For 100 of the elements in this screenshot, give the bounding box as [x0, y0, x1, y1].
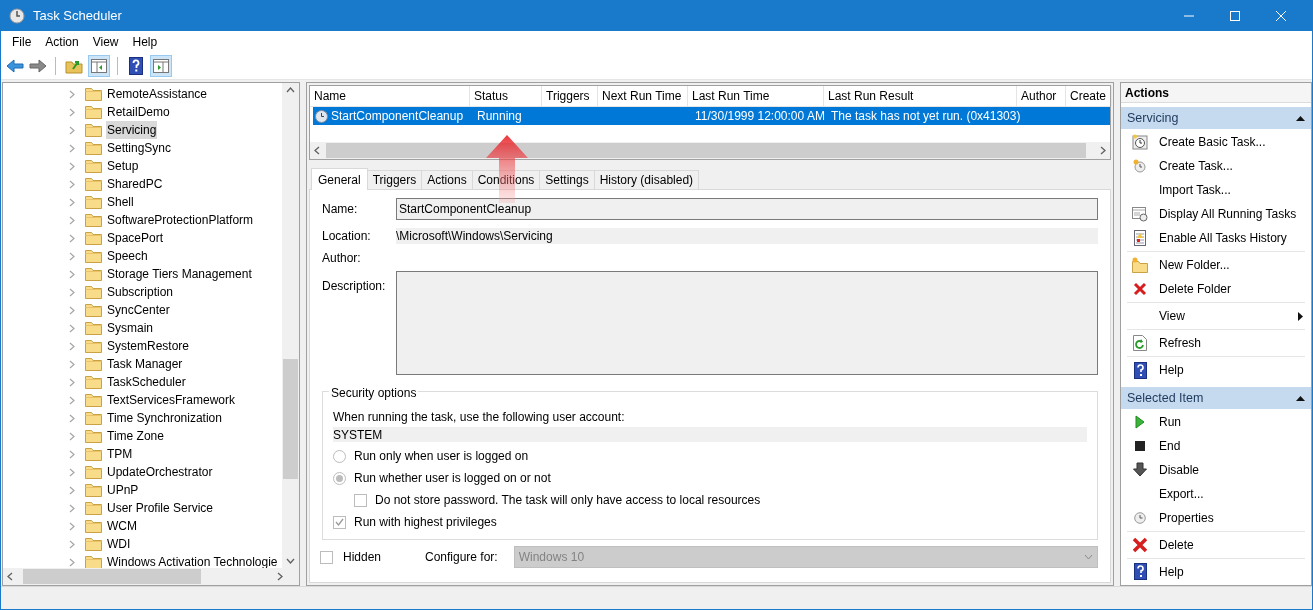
tree-item[interactable]: SpacePort	[106, 229, 165, 247]
tree-item[interactable]: Task Manager	[106, 355, 184, 373]
tree-item[interactable]: Speech	[106, 247, 149, 265]
tree-item[interactable]: User Profile Service	[106, 499, 215, 517]
tab[interactable]: General	[311, 168, 368, 190]
folder-icon	[85, 177, 102, 191]
tree-item[interactable]: Storage Tiers Management	[106, 265, 253, 283]
column-header[interactable]: Status	[470, 86, 542, 106]
tree-item[interactable]: Sysmain	[106, 319, 154, 337]
name-field[interactable]: StartComponentCleanup	[396, 198, 1098, 220]
pane-title: Actions	[1121, 83, 1311, 104]
menu-item[interactable]: Help	[125, 31, 165, 52]
column-header[interactable]: Triggers	[542, 86, 598, 106]
account-field[interactable]: SYSTEM	[333, 427, 1087, 442]
tree-item[interactable]: UPnP	[106, 481, 140, 499]
tree-item[interactable]: Servicing	[106, 121, 158, 139]
table-row[interactable]: StartComponentCleanup Running 11/30/1999 12:00:00 AM The task has not yet run. (0x41303)	[313, 107, 1110, 125]
pane-link[interactable]: End	[1127, 434, 1305, 458]
collapse-caret-icon[interactable]	[1296, 395, 1305, 401]
pane-link[interactable]: Enable All Tasks History	[1127, 226, 1305, 251]
pane-link[interactable]: Create Basic Task...	[1127, 130, 1305, 155]
pane-link[interactable]: Delete Folder	[1127, 277, 1305, 302]
column-header[interactable]: Next Run Time	[598, 86, 688, 106]
pane-link[interactable]: Disable	[1127, 458, 1305, 482]
pane-link[interactable]: Help	[1127, 358, 1305, 383]
scroll-down-icon[interactable]	[286, 558, 295, 564]
clock-icon	[1132, 158, 1148, 175]
pane-link[interactable]: Delete	[1127, 533, 1305, 557]
tree-item[interactable]: TaskScheduler	[106, 373, 187, 391]
folder-icon	[85, 393, 102, 407]
radio-button[interactable]	[333, 449, 346, 463]
section-header[interactable]: Selected Item	[1121, 387, 1311, 409]
pane-link[interactable]: Import Task...	[1127, 178, 1305, 203]
checkbox[interactable]	[354, 493, 367, 507]
tab[interactable]: Triggers	[366, 170, 423, 189]
pane-link[interactable]: New Folder...	[1127, 253, 1305, 278]
checkbox[interactable]	[320, 550, 333, 564]
pane-link[interactable]: Export...	[1127, 482, 1305, 506]
scroll-left-icon[interactable]	[314, 146, 320, 155]
folder-icon	[85, 429, 102, 443]
tree-item[interactable]: TextServicesFramework	[106, 391, 237, 409]
tree-item[interactable]: UpdateOrchestrator	[106, 463, 214, 481]
table-cell-text: StartComponentCleanup	[331, 108, 464, 125]
folder-icon	[85, 375, 102, 389]
column-header[interactable]: Author	[1017, 86, 1066, 106]
pane-link[interactable]: Refresh	[1127, 331, 1305, 356]
folder-icon	[85, 447, 102, 461]
tree-item[interactable]: RemoteAssistance	[106, 85, 209, 103]
tree-item[interactable]: Shell	[106, 193, 135, 211]
field-label: Location:	[322, 228, 372, 245]
tree-item[interactable]: Time Synchronization	[106, 409, 223, 427]
column-header[interactable]: Last Run Result	[824, 86, 1017, 106]
scroll-thumb[interactable]	[283, 359, 298, 479]
tree-item[interactable]: Windows Activation Technologie	[106, 553, 279, 568]
menu-item[interactable]: View	[85, 31, 126, 52]
radio-button[interactable]	[333, 471, 346, 485]
tree-item[interactable]: SharedPC	[106, 175, 164, 193]
menu-item[interactable]: File	[5, 31, 39, 52]
tree-item[interactable]: RetailDemo	[106, 103, 171, 121]
scroll-up-icon[interactable]	[286, 87, 295, 93]
tab[interactable]: Settings	[539, 170, 595, 189]
delete-icon	[1133, 282, 1147, 297]
pane-link[interactable]: Create Task...	[1127, 154, 1305, 179]
tree-item[interactable]: WDI	[106, 535, 132, 553]
column-header[interactable]: Last Run Time	[688, 86, 824, 106]
tree-item[interactable]: WCM	[106, 517, 138, 535]
scroll-right-icon[interactable]	[277, 572, 283, 581]
pane-link[interactable]: Properties	[1127, 506, 1305, 530]
tree-item[interactable]: Time Zone	[106, 427, 165, 445]
option-label: Hidden	[343, 549, 383, 566]
option-label: Run only when user is logged on	[354, 448, 529, 465]
tree-item[interactable]: SyncCenter	[106, 301, 171, 319]
pane-link[interactable]: Run	[1127, 410, 1305, 434]
tree-item[interactable]: Setup	[106, 157, 140, 175]
column-header[interactable]: Name	[310, 86, 470, 106]
tree-item[interactable]: SettingSync	[106, 139, 173, 157]
horizontal-scrollbar[interactable]	[3, 568, 299, 585]
pane-link[interactable]: Help	[1127, 560, 1305, 584]
show-hide-tree-button[interactable]	[88, 54, 110, 77]
scroll-left-icon[interactable]	[7, 572, 13, 581]
horizontal-scrollbar[interactable]	[310, 142, 1110, 159]
scroll-right-icon[interactable]	[1100, 146, 1106, 155]
menu-item[interactable]: Action	[38, 31, 86, 52]
location-field[interactable]: \Microsoft\Windows\Servicing	[396, 228, 1098, 244]
tree-item[interactable]: SystemRestore	[106, 337, 191, 355]
clock-icon	[315, 109, 328, 123]
pane-link[interactable]: View	[1127, 304, 1305, 329]
checkbox[interactable]	[333, 515, 346, 529]
tree-item[interactable]: TPM	[106, 445, 134, 463]
show-hide-actions-button[interactable]	[150, 54, 172, 77]
vertical-scrollbar[interactable]	[282, 83, 299, 568]
tab[interactable]: History (disabled)	[593, 170, 700, 189]
tree-item[interactable]: Subscription	[106, 283, 175, 301]
pane-link[interactable]: Display All Running Tasks	[1127, 202, 1305, 227]
collapse-caret-icon[interactable]	[1296, 115, 1305, 121]
description-field[interactable]	[396, 271, 1098, 375]
new-folder-icon	[1132, 257, 1148, 274]
tree-item[interactable]: SoftwareProtectionPlatform	[106, 211, 255, 229]
column-header[interactable]: Create	[1066, 86, 1112, 106]
section-header[interactable]: Servicing	[1121, 107, 1311, 130]
